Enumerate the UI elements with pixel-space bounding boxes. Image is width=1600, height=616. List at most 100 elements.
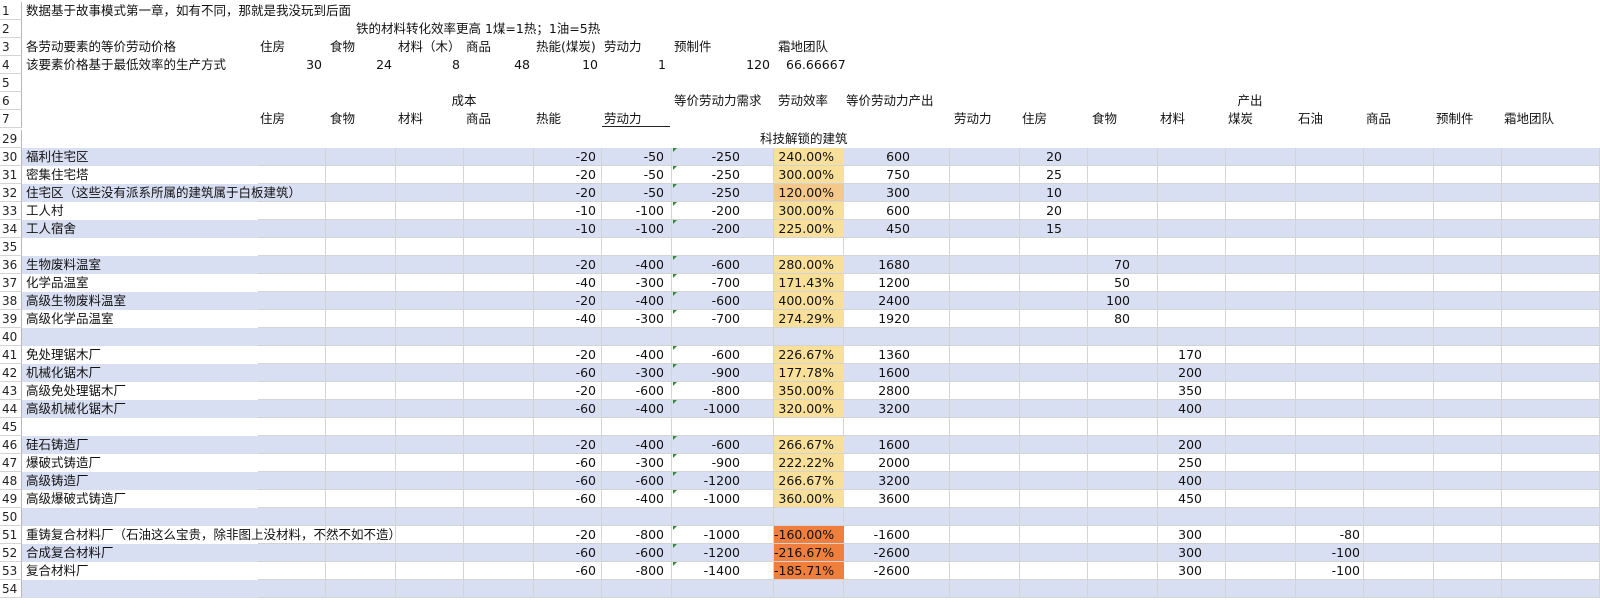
- output-food[interactable]: [1088, 418, 1130, 436]
- row-number[interactable]: 53: [0, 562, 22, 580]
- row-number[interactable]: 33: [0, 202, 22, 220]
- grid-cell[interactable]: [464, 292, 534, 310]
- labor-output[interactable]: 1200: [844, 274, 910, 292]
- building-name[interactable]: 合成复合材料厂: [26, 544, 114, 562]
- labor-efficiency[interactable]: 225.00%: [774, 220, 834, 238]
- row-number[interactable]: 3: [0, 38, 22, 56]
- output-material[interactable]: [1158, 328, 1202, 346]
- grid-cell[interactable]: [1502, 256, 1600, 274]
- labor-cost[interactable]: -600: [602, 472, 664, 490]
- heat-cost[interactable]: -60: [534, 562, 596, 580]
- labor-efficiency[interactable]: 240.00%: [774, 148, 834, 166]
- labor-demand[interactable]: -250: [672, 166, 740, 184]
- labor-demand[interactable]: -1200: [672, 472, 740, 490]
- grid-cell[interactable]: [326, 400, 396, 418]
- grid-cell[interactable]: [464, 508, 534, 526]
- grid-cell[interactable]: [326, 238, 396, 256]
- grid-cell[interactable]: [1226, 580, 1296, 598]
- grid-cell[interactable]: [1502, 418, 1600, 436]
- grid-cell[interactable]: [258, 274, 326, 292]
- grid-cell[interactable]: [1434, 166, 1502, 184]
- grid-cell[interactable]: [1502, 220, 1600, 238]
- grid-cell[interactable]: [1502, 184, 1600, 202]
- grid-cell[interactable]: [396, 202, 464, 220]
- labor-demand[interactable]: [672, 508, 740, 526]
- grid-cell[interactable]: [1502, 562, 1600, 580]
- grid-cell[interactable]: [1364, 238, 1434, 256]
- output-housing[interactable]: [1020, 256, 1062, 274]
- output-oil[interactable]: [1296, 148, 1360, 166]
- grid-cell[interactable]: [396, 220, 464, 238]
- output-food[interactable]: [1088, 364, 1130, 382]
- output-material[interactable]: 200: [1158, 436, 1202, 454]
- grid-cell[interactable]: [326, 544, 396, 562]
- labor-efficiency[interactable]: 360.00%: [774, 490, 834, 508]
- output-food[interactable]: [1088, 220, 1130, 238]
- labor-efficiency[interactable]: -160.00%: [774, 526, 834, 544]
- row-number[interactable]: 42: [0, 364, 22, 382]
- output-material[interactable]: 400: [1158, 472, 1202, 490]
- grid-cell[interactable]: [396, 382, 464, 400]
- labor-efficiency[interactable]: [774, 328, 834, 346]
- grid-cell[interactable]: [258, 328, 326, 346]
- grid-cell[interactable]: [326, 184, 396, 202]
- output-housing[interactable]: [1020, 472, 1062, 490]
- output-material[interactable]: [1158, 292, 1202, 310]
- labor-cost[interactable]: -800: [602, 526, 664, 544]
- heat-cost[interactable]: -60: [534, 472, 596, 490]
- grid-cell[interactable]: [464, 256, 534, 274]
- grid-cell[interactable]: [1364, 310, 1434, 328]
- grid-cell[interactable]: [326, 508, 396, 526]
- grid-cell[interactable]: [1226, 184, 1296, 202]
- grid-cell[interactable]: [1434, 256, 1502, 274]
- output-material[interactable]: [1158, 238, 1202, 256]
- labor-cost[interactable]: [602, 580, 664, 598]
- output-food[interactable]: [1088, 472, 1130, 490]
- grid-cell[interactable]: [950, 508, 1020, 526]
- labor-demand[interactable]: -600: [672, 436, 740, 454]
- grid-cell[interactable]: [326, 580, 396, 598]
- output-oil[interactable]: [1296, 238, 1360, 256]
- row-number[interactable]: 44: [0, 400, 22, 418]
- row-number[interactable]: 46: [0, 436, 22, 454]
- labor-output[interactable]: 2800: [844, 382, 910, 400]
- grid-cell[interactable]: [1502, 274, 1600, 292]
- grid-cell[interactable]: [1434, 508, 1502, 526]
- section-title[interactable]: 科技解锁的建筑: [760, 130, 848, 148]
- labor-demand[interactable]: -1200: [672, 544, 740, 562]
- grid-cell[interactable]: [1434, 220, 1502, 238]
- output-header[interactable]: 产出: [950, 92, 1550, 110]
- grid-cell[interactable]: [258, 382, 326, 400]
- grid-cell[interactable]: [396, 544, 464, 562]
- grid-cell[interactable]: [1364, 472, 1434, 490]
- output-housing[interactable]: [1020, 562, 1062, 580]
- grid-cell[interactable]: [950, 382, 1020, 400]
- output-material[interactable]: [1158, 274, 1202, 292]
- building-name[interactable]: 化学品温室: [26, 274, 89, 292]
- labor-demand[interactable]: -900: [672, 454, 740, 472]
- grid-cell[interactable]: [396, 148, 464, 166]
- output-oil[interactable]: [1296, 364, 1360, 382]
- heat-cost[interactable]: -60: [534, 544, 596, 562]
- building-name[interactable]: 密集住宅塔: [26, 166, 89, 184]
- grid-cell[interactable]: [326, 328, 396, 346]
- grid-cell[interactable]: [1364, 562, 1434, 580]
- grid-cell[interactable]: [1364, 364, 1434, 382]
- cell-header[interactable]: 热能: [536, 110, 561, 128]
- labor-efficiency[interactable]: [774, 238, 834, 256]
- grid-cell[interactable]: [1434, 454, 1502, 472]
- grid-cell[interactable]: [1364, 166, 1434, 184]
- row-number[interactable]: 45: [0, 418, 22, 436]
- cell-header[interactable]: 材料: [398, 110, 423, 128]
- labor-demand[interactable]: [672, 418, 740, 436]
- grid-cell[interactable]: [464, 580, 534, 598]
- output-oil[interactable]: [1296, 454, 1360, 472]
- grid-cell[interactable]: [1364, 490, 1434, 508]
- grid-cell[interactable]: [950, 148, 1020, 166]
- grid-cell[interactable]: [1502, 526, 1600, 544]
- building-name[interactable]: 高级化学品温室: [26, 310, 114, 328]
- grid-cell[interactable]: [1434, 400, 1502, 418]
- labor-cost[interactable]: [602, 418, 664, 436]
- output-food[interactable]: [1088, 490, 1130, 508]
- cell-header[interactable]: 住房: [260, 110, 285, 128]
